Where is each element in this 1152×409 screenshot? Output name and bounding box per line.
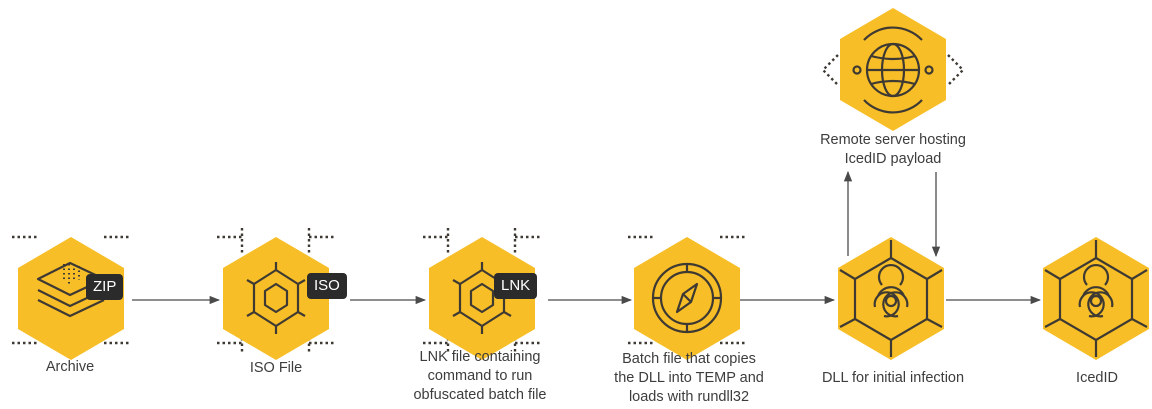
iso-badge: ISO bbox=[307, 273, 347, 299]
lnk-label: LNK file containing command to run obfus… bbox=[413, 349, 547, 403]
batch-node bbox=[628, 235, 746, 360]
iso-label: ISO File bbox=[249, 360, 303, 376]
archive-label: Archive bbox=[45, 359, 95, 375]
icedid-node bbox=[1043, 237, 1149, 360]
server-label: Remote server hosting IcedID payload bbox=[820, 132, 966, 167]
lnk-badge: LNK bbox=[494, 273, 538, 299]
zip-badge: ZIP bbox=[86, 274, 124, 300]
diagram-canvas bbox=[12, 8, 1149, 360]
server-node bbox=[821, 8, 965, 131]
batch-label: Batch file that copies the DLL into TEMP… bbox=[614, 351, 764, 405]
icedid-label: IcedID bbox=[1076, 370, 1118, 386]
dll-label: DLL for initial infection bbox=[821, 370, 965, 386]
dll-node bbox=[838, 237, 944, 360]
